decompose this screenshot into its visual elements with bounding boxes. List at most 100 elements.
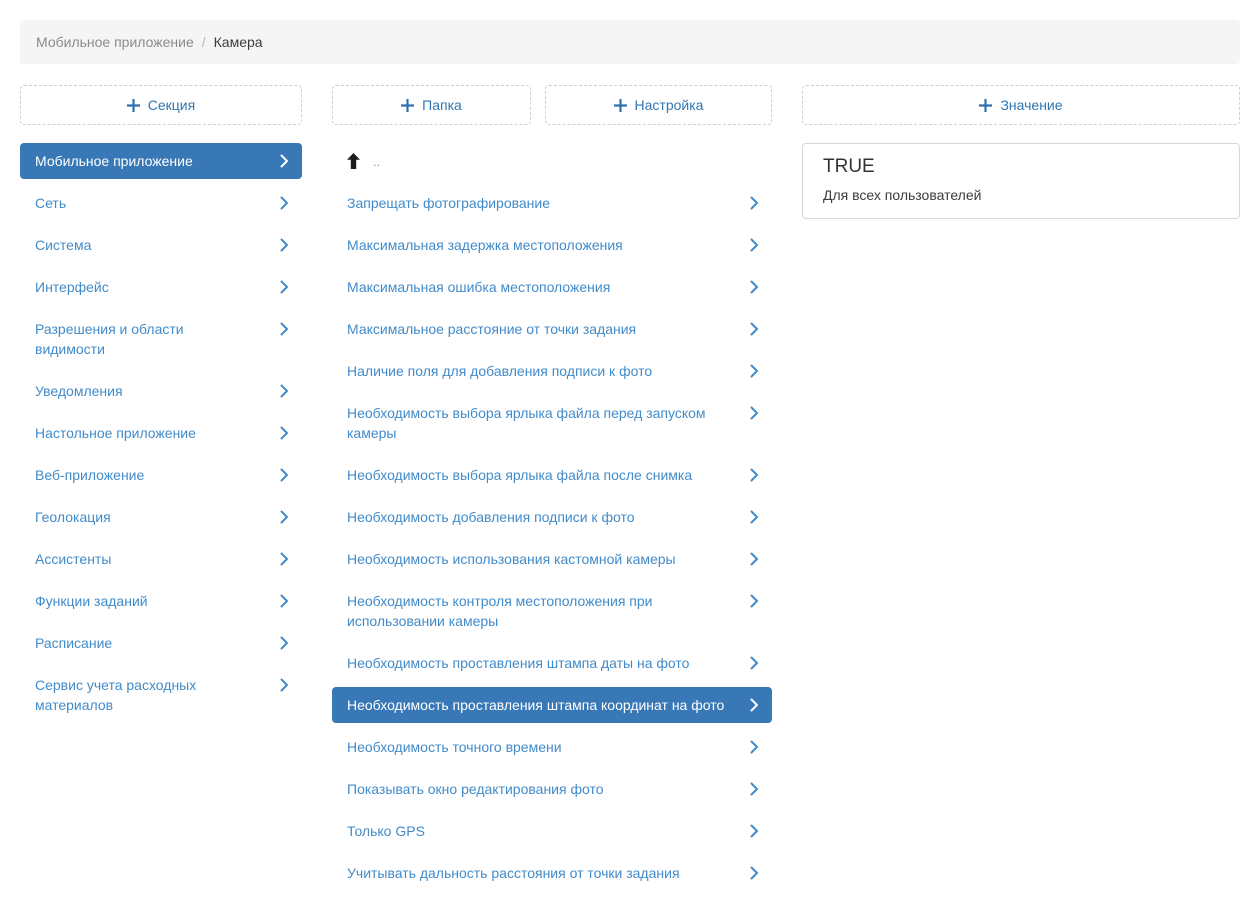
sidebar-item[interactable]: Сеть [20, 185, 302, 221]
add-section-button[interactable]: Секция [20, 85, 302, 125]
list-item-label: Показывать окно редактирования фото [347, 781, 604, 797]
list-item-label: Разрешения и области видимости [35, 321, 184, 357]
setting-item[interactable]: Учитывать дальность расстояния от точки … [332, 855, 772, 891]
settings-list-items: Запрещать фотографирование Максимальная … [332, 185, 772, 891]
chevron-right-icon [750, 364, 759, 378]
list-item-label: Функции заданий [35, 593, 148, 609]
sidebar-item[interactable]: Ассистенты [20, 541, 302, 577]
settings-manager-page: Мобильное приложение/Камера Секция Папка [0, 0, 1260, 917]
chevron-right-icon [750, 468, 759, 482]
list-item-label: Мобильное приложение [35, 153, 193, 169]
add-value-button[interactable]: Значение [802, 85, 1240, 125]
setting-item[interactable]: Показывать окно редактирования фото [332, 771, 772, 807]
list-item-label: Необходимость использования кастомной ка… [347, 551, 676, 567]
list-item-label: Необходимость проставления штампа коорди… [347, 697, 724, 713]
value-scope: Для всех пользователей [823, 187, 1219, 203]
add-setting-label: Настройка [635, 97, 704, 113]
value-card[interactable]: TRUE Для всех пользователей [802, 143, 1240, 219]
plus-icon [127, 99, 140, 112]
list-item-label: Необходимость проставления штампа даты н… [347, 655, 689, 671]
setting-item[interactable]: Необходимость добавления подписи к фото [332, 499, 772, 535]
list-item-label: Наличие поля для добавления подписи к фо… [347, 363, 652, 379]
sidebar-item[interactable]: Мобильное приложение [20, 143, 302, 179]
plus-icon [979, 99, 992, 112]
chevron-right-icon [280, 322, 289, 336]
toolbar-folder-setting-cell: Папка Настройка [332, 85, 772, 125]
list-item-label: Уведомления [35, 383, 123, 399]
sidebar-item[interactable]: Функции заданий [20, 583, 302, 619]
list-item-label: Только GPS [347, 823, 425, 839]
setting-item[interactable]: Необходимость контроля местоположения пр… [332, 583, 772, 639]
list-item-label: Необходимость точного времени [347, 739, 562, 755]
list-item-label: Необходимость контроля местоположения пр… [347, 593, 653, 629]
value-title: TRUE [823, 156, 1219, 178]
sidebar-item[interactable]: Расписание [20, 625, 302, 661]
setting-item[interactable]: Необходимость выбора ярлыка файла перед … [332, 395, 772, 451]
toolbar-sections-cell: Секция [20, 85, 302, 125]
up-folder-label: .. [373, 155, 380, 168]
sidebar-item[interactable]: Геолокация [20, 499, 302, 535]
list-item-label: Необходимость выбора ярлыка файла перед … [347, 405, 706, 441]
list-item-label: Система [35, 237, 91, 253]
sidebar-item[interactable]: Разрешения и области видимости [20, 311, 302, 367]
setting-item[interactable]: Необходимость проставления штампа коорди… [332, 687, 772, 723]
sidebar-item[interactable]: Веб-приложение [20, 457, 302, 493]
setting-item[interactable]: Необходимость использования кастомной ка… [332, 541, 772, 577]
chevron-right-icon [750, 740, 759, 754]
settings-list: .. Запрещать фотографирование Максимальн… [332, 143, 772, 897]
chevron-right-icon [750, 238, 759, 252]
breadcrumb-current: Камера [214, 34, 263, 50]
list-item-label: Максимальная задержка местоположения [347, 237, 623, 253]
arrow-up-icon [347, 153, 360, 169]
add-setting-button[interactable]: Настройка [545, 85, 772, 125]
plus-icon [614, 99, 627, 112]
chevron-right-icon [280, 384, 289, 398]
add-section-label: Секция [148, 97, 195, 113]
chevron-right-icon [280, 468, 289, 482]
list-item-label: Геолокация [35, 509, 111, 525]
sidebar-item[interactable]: Сервис учета расходных материалов [20, 667, 302, 723]
setting-item[interactable]: Наличие поля для добавления подписи к фо… [332, 353, 772, 389]
toolbar-values-cell: Значение [802, 85, 1240, 125]
sidebar-item[interactable]: Система [20, 227, 302, 263]
list-item-label: Сервис учета расходных материалов [35, 677, 196, 713]
setting-item[interactable]: Необходимость проставления штампа даты н… [332, 645, 772, 681]
setting-item[interactable]: Максимальная задержка местоположения [332, 227, 772, 263]
plus-icon [401, 99, 414, 112]
list-item-label: Необходимость выбора ярлыка файла после … [347, 467, 692, 483]
list-item-label: Настольное приложение [35, 425, 196, 441]
list-item-label: Максимальная ошибка местоположения [347, 279, 610, 295]
chevron-right-icon [280, 510, 289, 524]
setting-item[interactable]: Необходимость точного времени [332, 729, 772, 765]
chevron-right-icon [750, 594, 759, 608]
chevron-right-icon [280, 426, 289, 440]
list-item-label: Расписание [35, 635, 112, 651]
sidebar-item[interactable]: Интерфейс [20, 269, 302, 305]
setting-item[interactable]: Максимальная ошибка местоположения [332, 269, 772, 305]
setting-item[interactable]: Только GPS [332, 813, 772, 849]
list-item-label: Запрещать фотографирование [347, 195, 550, 211]
sidebar-item[interactable]: Настольное приложение [20, 415, 302, 451]
setting-item[interactable]: Максимальное расстояние от точки задания [332, 311, 772, 347]
setting-item[interactable]: Запрещать фотографирование [332, 185, 772, 221]
chevron-right-icon [750, 322, 759, 336]
list-item-label: Максимальное расстояние от точки задания [347, 321, 636, 337]
list-item-label: Веб-приложение [35, 467, 144, 483]
add-folder-label: Папка [422, 97, 462, 113]
chevron-right-icon [750, 866, 759, 880]
list-item-label: Учитывать дальность расстояния от точки … [347, 865, 680, 881]
sections-list-items: Мобильное приложение Сеть Система Интерф… [20, 143, 302, 723]
chevron-right-icon [750, 698, 759, 712]
add-value-label: Значение [1000, 97, 1062, 113]
up-folder-item[interactable]: .. [332, 143, 772, 179]
chevron-right-icon [750, 824, 759, 838]
setting-item[interactable]: Необходимость выбора ярлыка файла после … [332, 457, 772, 493]
chevron-right-icon [280, 552, 289, 566]
chevron-right-icon [750, 656, 759, 670]
chevron-right-icon [750, 196, 759, 210]
breadcrumb-parent-link[interactable]: Мобильное приложение [36, 34, 194, 50]
sidebar-item[interactable]: Уведомления [20, 373, 302, 409]
list-item-label: Сеть [35, 195, 66, 211]
add-folder-button[interactable]: Папка [332, 85, 531, 125]
chevron-right-icon [280, 678, 289, 692]
